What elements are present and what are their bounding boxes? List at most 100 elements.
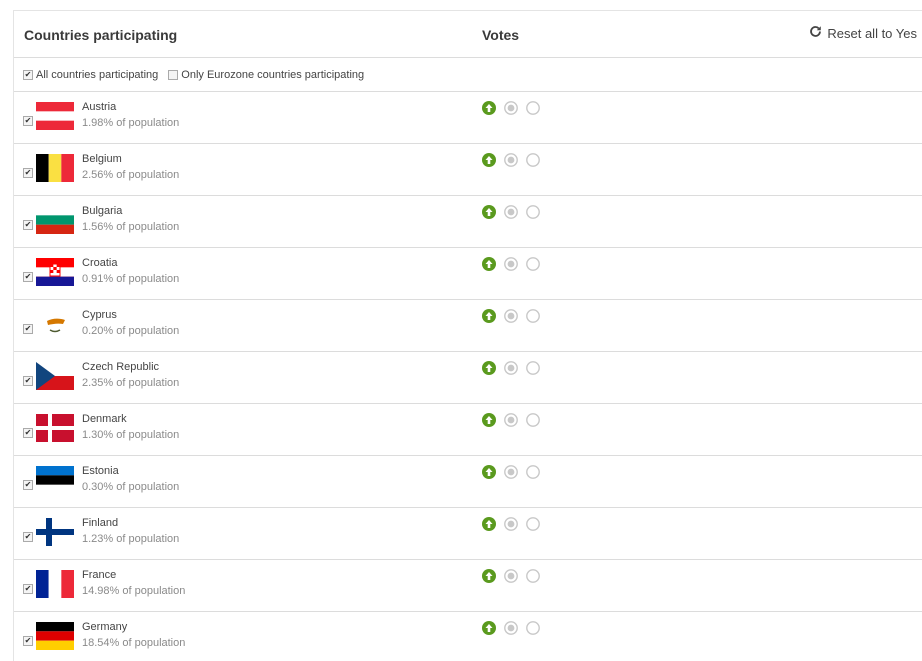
- refresh-icon: [809, 25, 822, 41]
- denmark-flag-icon: [36, 414, 74, 442]
- vote-no-icon[interactable]: [526, 621, 540, 635]
- country-name: Croatia: [82, 257, 118, 269]
- country-name: France: [82, 569, 117, 581]
- vote-yes-icon[interactable]: [482, 413, 496, 427]
- filter-eurozone-only[interactable]: Only Eurozone countries participating: [168, 69, 364, 81]
- vote-abstain-icon[interactable]: [504, 153, 518, 167]
- country-population: 1.30% of population: [82, 429, 180, 441]
- vote-no-icon[interactable]: [526, 257, 540, 271]
- vote-yes-icon[interactable]: [482, 309, 496, 323]
- vote-abstain-icon[interactable]: [504, 413, 518, 427]
- vote-options: [482, 517, 540, 531]
- country-checkbox[interactable]: ✔: [23, 220, 33, 230]
- votes-column-header: Votes: [482, 27, 520, 43]
- vote-no-icon[interactable]: [526, 517, 540, 531]
- vote-options: [482, 361, 540, 375]
- country-population: 1.98% of population: [82, 117, 180, 129]
- country-checkbox[interactable]: ✔: [23, 428, 33, 438]
- country-checkbox[interactable]: ✔: [23, 168, 33, 178]
- vote-abstain-icon[interactable]: [504, 569, 518, 583]
- vote-abstain-icon[interactable]: [504, 101, 518, 115]
- country-checkbox[interactable]: ✔: [23, 272, 33, 282]
- vote-abstain-icon[interactable]: [504, 517, 518, 531]
- vote-yes-icon[interactable]: [482, 257, 496, 271]
- country-name: Estonia: [82, 465, 119, 477]
- table-header: Countries participating Votes Reset all …: [14, 11, 922, 58]
- filter-all-countries-label: All countries participating: [36, 68, 159, 81]
- vote-options: [482, 413, 540, 427]
- belgium-flag-icon: [36, 154, 74, 182]
- germany-flag-icon: [36, 622, 74, 650]
- filter-all-countries[interactable]: ✔ All countries participating: [23, 69, 158, 81]
- country-population: 2.35% of population: [82, 377, 180, 389]
- country-row: ✔ Finland 1.23% of population: [14, 508, 922, 560]
- filter-bar: ✔ All countries participating Only Euroz…: [14, 58, 922, 92]
- vote-abstain-icon[interactable]: [504, 309, 518, 323]
- vote-no-icon[interactable]: [526, 361, 540, 375]
- country-population: 0.91% of population: [82, 273, 180, 285]
- country-name: Finland: [82, 517, 119, 529]
- vote-yes-icon[interactable]: [482, 465, 496, 479]
- checkbox-eurozone-only[interactable]: [168, 69, 179, 80]
- vote-yes-icon[interactable]: [482, 569, 496, 583]
- vote-abstain-icon[interactable]: [504, 205, 518, 219]
- vote-abstain-icon[interactable]: [504, 465, 518, 479]
- country-name: Austria: [82, 101, 117, 113]
- checkbox-all-countries[interactable]: ✔: [23, 69, 33, 80]
- countries-column-header: Countries participating: [24, 27, 178, 43]
- vote-yes-icon[interactable]: [482, 621, 496, 635]
- vote-yes-icon[interactable]: [482, 153, 496, 167]
- country-row: ✔ Cyprus 0.20% of population: [14, 300, 922, 352]
- country-checkbox[interactable]: ✔: [23, 532, 33, 542]
- country-checkbox[interactable]: ✔: [23, 324, 33, 334]
- vote-no-icon[interactable]: [526, 309, 540, 323]
- vote-abstain-icon[interactable]: [504, 361, 518, 375]
- vote-options: [482, 309, 540, 323]
- country-checkbox[interactable]: ✔: [23, 116, 33, 126]
- vote-yes-icon[interactable]: [482, 361, 496, 375]
- country-name: Belgium: [82, 153, 122, 165]
- country-checkbox[interactable]: ✔: [23, 480, 33, 490]
- country-checkbox[interactable]: ✔: [23, 636, 33, 646]
- country-checkbox[interactable]: ✔: [23, 376, 33, 386]
- country-name: Germany: [82, 621, 128, 633]
- vote-yes-icon[interactable]: [482, 517, 496, 531]
- vote-no-icon[interactable]: [526, 465, 540, 479]
- country-population: 0.30% of population: [82, 481, 180, 493]
- country-row: ✔ Croatia 0.91% of population: [14, 248, 922, 300]
- vote-yes-icon[interactable]: [482, 101, 496, 115]
- country-row: ✔ Bulgaria 1.56% of population: [14, 196, 922, 248]
- vote-options: [482, 257, 540, 271]
- country-name: Bulgaria: [82, 205, 123, 217]
- vote-no-icon[interactable]: [526, 569, 540, 583]
- country-row: ✔ Belgium 2.56% of population: [14, 144, 922, 196]
- country-name: Denmark: [82, 413, 127, 425]
- cyprus-flag-icon: [36, 310, 74, 338]
- vote-abstain-icon[interactable]: [504, 257, 518, 271]
- vote-no-icon[interactable]: [526, 205, 540, 219]
- croatia-flag-icon: [36, 258, 74, 286]
- country-name: Cyprus: [82, 309, 117, 321]
- vote-options: [482, 205, 540, 219]
- country-population: 18.54% of population: [82, 637, 186, 649]
- reset-all-button[interactable]: Reset all to Yes: [809, 25, 917, 41]
- czech-flag-icon: [36, 362, 74, 390]
- reset-all-label: Reset all to Yes: [827, 25, 917, 41]
- vote-options: [482, 153, 540, 167]
- france-flag-icon: [36, 570, 74, 598]
- vote-yes-icon[interactable]: [482, 205, 496, 219]
- country-row: ✔ Austria 1.98% of population: [14, 92, 922, 144]
- vote-no-icon[interactable]: [526, 101, 540, 115]
- vote-no-icon[interactable]: [526, 413, 540, 427]
- country-row: ✔ France 14.98% of population: [14, 560, 922, 612]
- vote-no-icon[interactable]: [526, 153, 540, 167]
- country-row: ✔ Germany 18.54% of population: [14, 612, 922, 661]
- country-population: 0.20% of population: [82, 325, 180, 337]
- vote-abstain-icon[interactable]: [504, 621, 518, 635]
- country-name: Czech Republic: [82, 361, 160, 373]
- country-row: ✔ Czech Republic 2.35% of population: [14, 352, 922, 404]
- country-population: 2.56% of population: [82, 169, 180, 181]
- country-row: ✔ Denmark 1.30% of population: [14, 404, 922, 456]
- country-population: 1.56% of population: [82, 221, 180, 233]
- country-checkbox[interactable]: ✔: [23, 584, 33, 594]
